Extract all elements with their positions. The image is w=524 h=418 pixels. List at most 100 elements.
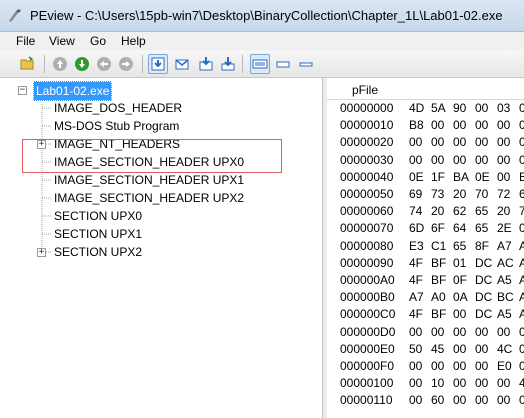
menu-go[interactable]: Go	[90, 34, 106, 48]
hex-row[interactable]: 00000090 4F BF 01 DC AC A	[327, 255, 524, 272]
menu-file[interactable]: File	[16, 34, 35, 48]
tree-item-section-upx0[interactable]: SECTION UPX0	[54, 207, 142, 225]
hex-byte: 00	[475, 101, 489, 115]
hex-byte: BC	[497, 290, 514, 305]
tree-item-dos-stub[interactable]: MS-DOS Stub Program	[54, 117, 179, 135]
hex-byte: 0A	[453, 290, 468, 305]
hex-byte: 00	[431, 118, 445, 133]
hex-byte: BF	[431, 255, 447, 270]
hex-byte: A5	[497, 273, 512, 287]
hex-byte: DC	[475, 290, 493, 305]
hex-byte: 00	[453, 135, 467, 150]
hex-byte: E0	[497, 359, 512, 373]
tree-item-section-upx2[interactable]: SECTION UPX2	[54, 243, 142, 261]
hex-row[interactable]: 000000D0 00 00 00 00 00 0	[327, 324, 524, 341]
hex-byte: 90	[453, 101, 467, 115]
hex-byte: BF	[431, 273, 447, 287]
forward-icon[interactable]	[116, 54, 136, 74]
view-down-arrow-alt-icon[interactable]	[218, 54, 238, 74]
open-icon[interactable]	[18, 54, 38, 74]
hex-byte: BF	[431, 307, 447, 322]
hex-byte: A5	[497, 307, 512, 322]
hex-row[interactable]: 00000010 B8 00 00 00 00 0	[327, 117, 524, 134]
hex-row[interactable]: 000000C0 4F BF 00 DC A5 A	[327, 306, 524, 323]
hex-offset: 00000020	[340, 135, 394, 150]
hex-byte: A	[519, 238, 524, 253]
view-down-arrow-icon[interactable]	[196, 54, 216, 74]
tree-item-section-header-upx2[interactable]: IMAGE_SECTION_HEADER UPX2	[54, 189, 244, 207]
hex-byte: 00	[475, 152, 489, 167]
hex-byte: 0E	[475, 169, 490, 184]
hex-byte: 0	[519, 152, 524, 167]
hex-row[interactable]: 00000040 0E 1F BA 0E 00 B	[327, 169, 524, 186]
menu-help[interactable]: Help	[121, 34, 146, 48]
hex-byte: DC	[475, 255, 493, 270]
hex-row[interactable]: 00000110 00 60 00 00 00 0	[327, 392, 524, 409]
hex-byte: 4C	[497, 341, 513, 356]
collapse-root-icon[interactable]: −	[18, 86, 27, 95]
tree-item-section-upx1[interactable]: SECTION UPX1	[54, 225, 142, 243]
hex-row[interactable]: 00000050 69 73 20 70 72 6	[327, 186, 524, 203]
hex-byte: 03	[497, 101, 511, 115]
hex-row[interactable]: 00000070 6D 6F 64 65 2E 0	[327, 220, 524, 237]
view-minimal-icon[interactable]	[296, 54, 316, 74]
hex-row[interactable]: 00000000 4D 5A 90 00 03 0	[327, 100, 524, 117]
hex-row[interactable]: 000000B0 A7 A0 0A DC BC A	[327, 289, 524, 306]
toolbar	[0, 50, 524, 78]
expand-section-upx2-icon[interactable]: +	[37, 248, 46, 257]
up-icon[interactable]	[50, 54, 70, 74]
hex-byte: 00	[475, 359, 489, 373]
hex-byte: 00	[453, 341, 467, 356]
hex-byte: 6D	[409, 221, 425, 236]
hex-row[interactable]: 000000F0 00 00 00 00 E0 0	[327, 358, 524, 375]
tree-item-section-header-upx0[interactable]: IMAGE_SECTION_HEADER UPX0	[54, 153, 244, 171]
tree-root[interactable]: Lab01-02.exe	[33, 81, 113, 101]
hex-offset: 00000010	[340, 118, 394, 133]
hex-byte: 00	[497, 152, 511, 167]
view-small-icon[interactable]	[273, 54, 293, 74]
hex-row[interactable]: 00000030 00 00 00 00 00 0	[327, 152, 524, 169]
hex-row[interactable]: 00000060 74 20 62 65 20 7	[327, 203, 524, 220]
hex-row[interactable]: 000000E0 50 45 00 00 4C 0	[327, 341, 524, 358]
tree-item-nt-headers[interactable]: IMAGE_NT_HEADERS	[54, 135, 180, 153]
hex-byte: 00	[497, 376, 511, 391]
expand-nt-headers-icon[interactable]: +	[37, 140, 46, 149]
hex-byte: 00	[409, 324, 423, 339]
hex-row[interactable]: 00000020 00 00 00 00 00 0	[327, 134, 524, 151]
hex-byte: 70	[475, 187, 489, 201]
hex-byte: 00	[453, 324, 467, 339]
hex-row[interactable]: 00000100 00 10 00 00 00 4	[327, 375, 524, 392]
hex-byte: DC	[475, 307, 493, 322]
hex-byte: 0F	[453, 273, 468, 287]
hex-byte: A7	[409, 290, 424, 305]
tree-item-section-header-upx1[interactable]: IMAGE_SECTION_HEADER UPX1	[54, 171, 244, 189]
hex-byte: 00	[409, 393, 423, 408]
hex-offset: 000000A0	[340, 273, 395, 287]
hex-byte: 72	[497, 187, 511, 201]
hex-offset: 000000C0	[340, 307, 396, 322]
hex-byte: 4D	[409, 101, 425, 115]
hex-byte: 62	[453, 204, 467, 219]
back-icon[interactable]	[94, 54, 114, 74]
hex-byte: 65	[475, 204, 489, 219]
hex-byte: A	[519, 307, 524, 322]
forward-green-icon[interactable]	[72, 54, 92, 74]
hex-byte: 0E	[409, 169, 424, 184]
menu-view[interactable]: View	[49, 34, 75, 48]
view-list-icon[interactable]	[250, 54, 270, 74]
view-down-icon[interactable]	[148, 54, 168, 74]
hex-view[interactable]: pFile 00000000 4D 5A 90 00 03 0 00000010 B8 00 00 0…	[327, 78, 524, 418]
hex-byte: 0	[519, 101, 524, 115]
hex-byte: 00	[497, 135, 511, 150]
hex-byte: B	[519, 169, 524, 184]
hex-row[interactable]: 000000A0 4F BF 0F DC A5 A	[327, 272, 524, 289]
hex-byte: A7	[497, 238, 512, 253]
hex-byte: DC	[475, 273, 493, 287]
hex-offset: 000000F0	[340, 359, 395, 373]
hex-byte: 00	[497, 393, 511, 408]
hex-row[interactable]: 00000080 E3 C1 65 8F A7 A	[327, 238, 524, 255]
view-envelope-icon[interactable]	[172, 54, 192, 74]
tree-item-dos-header[interactable]: IMAGE_DOS_HEADER	[54, 99, 182, 117]
hex-byte: 1F	[431, 169, 446, 184]
section-tree[interactable]: − Lab01-02.exe IMAGE_DOS_HEADER MS-DOS S…	[0, 78, 323, 418]
